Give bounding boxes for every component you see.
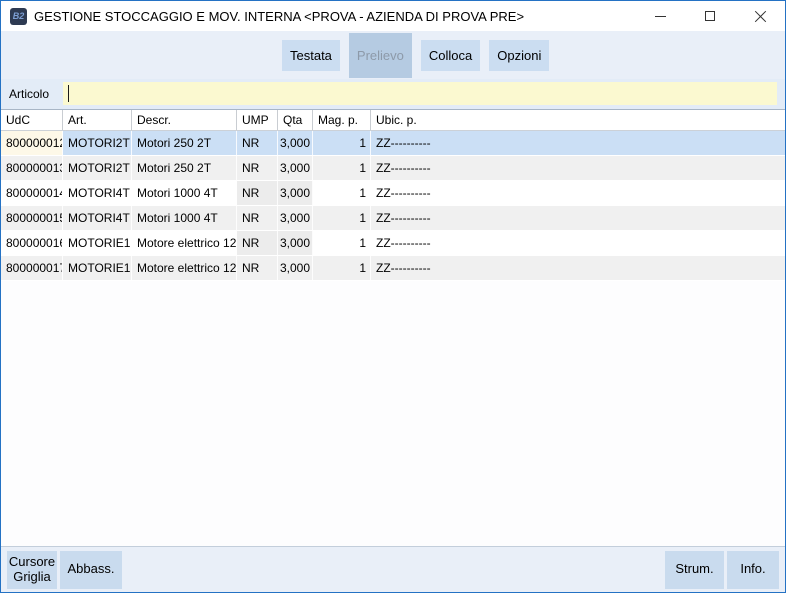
info-button[interactable]: Info. xyxy=(727,551,779,589)
window-controls xyxy=(635,1,785,31)
table-row[interactable]: 800000014MOTORI4TMotori 1000 4TNR3,0001Z… xyxy=(1,181,785,206)
cell: 800000014 xyxy=(1,181,63,205)
maximize-button[interactable] xyxy=(685,1,735,31)
cell: NR xyxy=(237,256,278,280)
cell: 800000012 xyxy=(1,131,63,155)
footer-right-group: Strum. Info. xyxy=(665,551,779,589)
cell: NR xyxy=(237,156,278,180)
close-button[interactable] xyxy=(735,1,785,31)
cell: 3,000 xyxy=(278,181,313,205)
tab-testata[interactable]: Testata xyxy=(282,40,340,71)
articolo-field-wrap xyxy=(63,82,777,105)
column-header-mag-p-[interactable]: Mag. p. xyxy=(313,110,371,130)
cell: ZZ---------- xyxy=(371,156,785,180)
table-row[interactable]: 800000017MOTORIE12Motore elettrico 12VNR… xyxy=(1,256,785,281)
cell: 800000017 xyxy=(1,256,63,280)
footer-left-group: Cursore Griglia Abbass. xyxy=(7,551,122,589)
column-header-qta[interactable]: Qta xyxy=(278,110,313,130)
articolo-row: Articolo xyxy=(1,79,785,109)
tab-prelievo[interactable]: Prelievo xyxy=(349,33,412,78)
cell: NR xyxy=(237,131,278,155)
cell: 1 xyxy=(313,256,371,280)
column-header-ump[interactable]: UMP xyxy=(237,110,278,130)
maximize-icon xyxy=(705,11,715,21)
cell: NR xyxy=(237,181,278,205)
cell: 800000015 xyxy=(1,206,63,230)
cell: 3,000 xyxy=(278,256,313,280)
close-icon xyxy=(755,11,766,22)
cell: 3,000 xyxy=(278,231,313,255)
table-row[interactable]: 800000016MOTORIE12Motore elettrico 12VNR… xyxy=(1,231,785,256)
window-title: GESTIONE STOCCAGGIO E MOV. INTERNA <PROV… xyxy=(34,9,524,24)
grid-header: UdCArt.Descr.UMPQtaMag. p.Ubic. p. xyxy=(1,109,785,131)
cursore-griglia-button[interactable]: Cursore Griglia xyxy=(7,551,57,589)
articolo-input[interactable] xyxy=(63,82,777,105)
cell: Motori 250 2T xyxy=(132,131,237,155)
cell: Motore elettrico 12V xyxy=(132,231,237,255)
cell: Motori 1000 4T xyxy=(132,181,237,205)
cell: Motori 250 2T xyxy=(132,156,237,180)
abbass-button[interactable]: Abbass. xyxy=(60,551,122,589)
column-header-udc[interactable]: UdC xyxy=(1,110,63,130)
cell: NR xyxy=(237,206,278,230)
cell: MOTORIE12 xyxy=(63,256,132,280)
strum-button[interactable]: Strum. xyxy=(665,551,724,589)
cell: Motore elettrico 12V xyxy=(132,256,237,280)
column-header-art-[interactable]: Art. xyxy=(63,110,132,130)
cell: MOTORI2T xyxy=(63,156,132,180)
cell: ZZ---------- xyxy=(371,131,785,155)
minimize-icon xyxy=(655,16,666,17)
cell: MOTORIE12 xyxy=(63,231,132,255)
cell: MOTORI2T xyxy=(63,131,132,155)
cell: 800000013 xyxy=(1,156,63,180)
cell: 1 xyxy=(313,206,371,230)
app-icon: B2 xyxy=(10,8,27,25)
text-caret-icon xyxy=(68,85,69,102)
cell: Motori 1000 4T xyxy=(132,206,237,230)
cell: 3,000 xyxy=(278,156,313,180)
cell: ZZ---------- xyxy=(371,231,785,255)
app-window: B2 GESTIONE STOCCAGGIO E MOV. INTERNA <P… xyxy=(0,0,786,593)
cell: MOTORI4T xyxy=(63,206,132,230)
stock-grid: UdCArt.Descr.UMPQtaMag. p.Ubic. p. 80000… xyxy=(1,109,785,546)
cell: MOTORI4T xyxy=(63,181,132,205)
tab-opzioni[interactable]: Opzioni xyxy=(489,40,549,71)
table-row[interactable]: 800000012MOTORI2TMotori 250 2TNR3,0001ZZ… xyxy=(1,131,785,156)
table-row[interactable]: 800000013MOTORI2TMotori 250 2TNR3,0001ZZ… xyxy=(1,156,785,181)
cell: 1 xyxy=(313,231,371,255)
column-header-ubic-p-[interactable]: Ubic. p. xyxy=(371,110,785,130)
cell: ZZ---------- xyxy=(371,206,785,230)
cell: 1 xyxy=(313,181,371,205)
cell: 3,000 xyxy=(278,206,313,230)
column-header-descr-[interactable]: Descr. xyxy=(132,110,237,130)
cell: 1 xyxy=(313,131,371,155)
footer-bar: Cursore Griglia Abbass. Strum. Info. xyxy=(1,546,785,592)
articolo-label: Articolo xyxy=(9,87,49,101)
tab-colloca[interactable]: Colloca xyxy=(421,40,480,71)
cell: 800000016 xyxy=(1,231,63,255)
cell: ZZ---------- xyxy=(371,256,785,280)
cell: 3,000 xyxy=(278,131,313,155)
tab-toolbar: Testata Prelievo Colloca Opzioni xyxy=(1,31,785,79)
cell: NR xyxy=(237,231,278,255)
grid-body: 800000012MOTORI2TMotori 250 2TNR3,0001ZZ… xyxy=(1,131,785,281)
minimize-button[interactable] xyxy=(635,1,685,31)
cell: ZZ---------- xyxy=(371,181,785,205)
table-row[interactable]: 800000015MOTORI4TMotori 1000 4TNR3,0001Z… xyxy=(1,206,785,231)
titlebar: B2 GESTIONE STOCCAGGIO E MOV. INTERNA <P… xyxy=(1,1,785,31)
cell: 1 xyxy=(313,156,371,180)
